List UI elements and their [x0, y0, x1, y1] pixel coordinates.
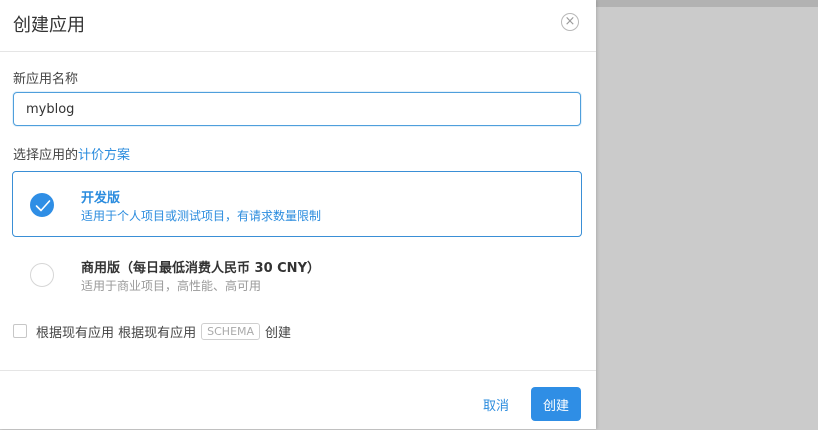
- schema-option-text: 根据现有应用 根据现有应用: [36, 325, 197, 341]
- checkmark-icon: [35, 200, 51, 212]
- backdrop-overlay: [596, 0, 818, 7]
- schema-checkbox[interactable]: [13, 324, 27, 338]
- dialog-title: 创建应用: [13, 15, 85, 36]
- app-name-label: 新应用名称: [13, 72, 79, 87]
- plan-option-business[interactable]: 商用版（每日最低消费人民币 30 CNY） 适用于商业项目，高性能、高可用: [12, 241, 582, 307]
- plan-name-business: 商用版（每日最低消费人民币 30 CNY）: [81, 261, 320, 276]
- pricing-plan-link[interactable]: 计价方案: [78, 148, 130, 163]
- schema-badge: SCHEMA: [201, 322, 261, 340]
- plan-name-dev: 开发版: [81, 191, 121, 206]
- cancel-button[interactable]: 取消: [483, 395, 509, 414]
- plan-radio-dev[interactable]: [30, 193, 54, 217]
- plan-label-text: 选择应用的: [13, 148, 79, 163]
- create-app-dialog: 创建应用 × 新应用名称 选择应用的计价方案 开发版 适用于个人项目或测试项目，…: [0, 0, 596, 429]
- plan-desc-business: 适用于商业项目，高性能、高可用: [81, 279, 262, 293]
- plan-label: 选择应用的计价方案: [13, 144, 130, 163]
- close-icon[interactable]: ×: [561, 13, 579, 31]
- schema-option-row[interactable]: 根据现有应用 根据现有应用 SCHEMA 创建: [13, 322, 292, 341]
- plan-option-dev[interactable]: 开发版 适用于个人项目或测试项目，有请求数量限制: [12, 171, 582, 237]
- schema-option-suffix: 创建: [265, 325, 292, 341]
- plan-desc-dev: 适用于个人项目或测试项目，有请求数量限制: [81, 209, 322, 223]
- dialog-footer: 取消 创建: [0, 370, 596, 430]
- dialog-header: 创建应用 ×: [0, 0, 596, 52]
- create-button[interactable]: 创建: [531, 387, 581, 421]
- app-name-input[interactable]: [13, 92, 581, 126]
- plan-radio-business[interactable]: [30, 263, 54, 287]
